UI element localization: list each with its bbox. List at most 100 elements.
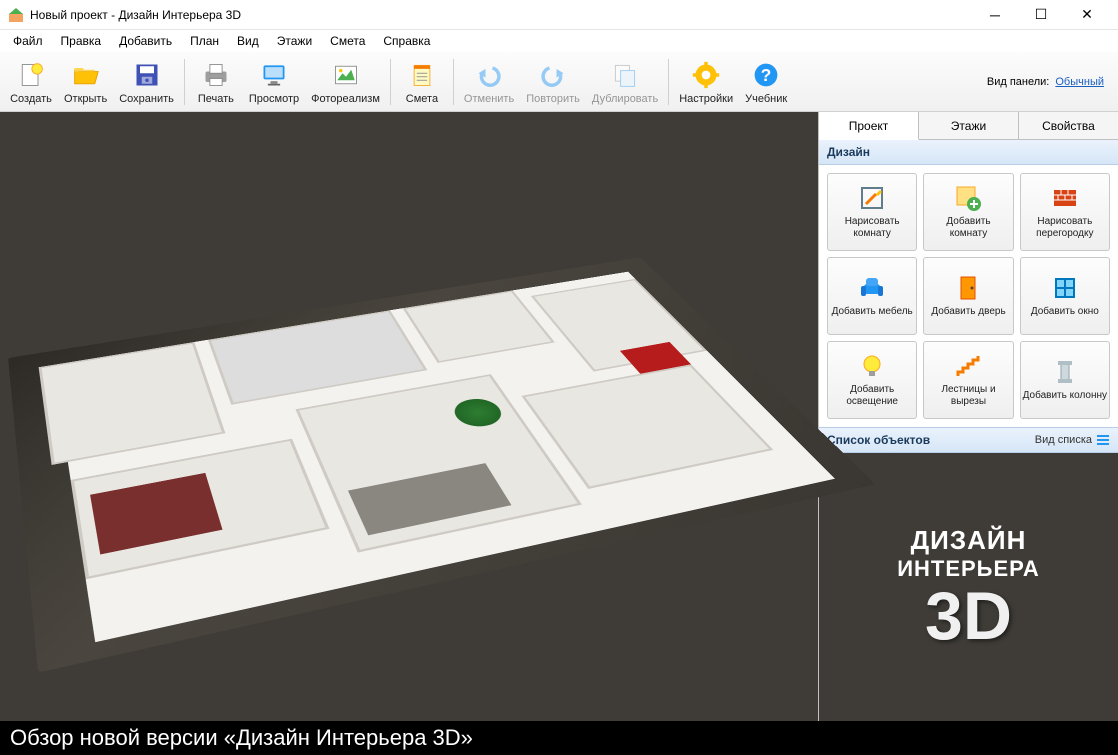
settings-label: Настройки bbox=[679, 93, 733, 105]
add-column-button[interactable]: Добавить колонну bbox=[1020, 341, 1110, 419]
menu-add[interactable]: Добавить bbox=[110, 31, 181, 51]
new-file-icon bbox=[15, 59, 47, 91]
object-list-body: ДИЗАЙН ИНТЕРЬЕРА 3D bbox=[819, 453, 1118, 721]
tutorial-label: Учебник bbox=[745, 93, 787, 105]
draw-partition-button[interactable]: Нарисовать перегородку bbox=[1020, 173, 1110, 251]
draw-room-label: Нарисовать комнату bbox=[830, 216, 914, 240]
design-tools-grid: Нарисовать комнату Добавить комнату Нари… bbox=[819, 165, 1118, 427]
menubar: Файл Правка Добавить План Вид Этажи Смет… bbox=[0, 30, 1118, 52]
view-list-control[interactable]: Вид списка bbox=[1035, 433, 1110, 447]
window-titlebar: Новый проект - Дизайн Интерьера 3D ─ ☐ ✕ bbox=[0, 0, 1118, 30]
window-controls: ─ ☐ ✕ bbox=[972, 0, 1110, 30]
menu-help[interactable]: Справка bbox=[374, 31, 439, 51]
help-icon: ? bbox=[750, 59, 782, 91]
save-button[interactable]: Сохранить bbox=[113, 54, 180, 110]
maximize-button[interactable]: ☐ bbox=[1018, 0, 1064, 30]
menu-floors[interactable]: Этажи bbox=[268, 31, 321, 51]
3d-viewport[interactable] bbox=[0, 112, 818, 721]
undo-label: Отменить bbox=[464, 93, 514, 105]
add-furniture-button[interactable]: Добавить мебель bbox=[827, 257, 917, 335]
minimize-button[interactable]: ─ bbox=[972, 0, 1018, 30]
column-icon bbox=[1051, 358, 1079, 386]
close-button[interactable]: ✕ bbox=[1064, 0, 1110, 30]
add-room-button[interactable]: Добавить комнату bbox=[923, 173, 1013, 251]
photorealism-button[interactable]: Фотореализм bbox=[305, 54, 386, 110]
panel-view-label: Вид панели: bbox=[987, 76, 1049, 88]
tab-floors[interactable]: Этажи bbox=[919, 112, 1019, 139]
estimate-button[interactable]: Смета bbox=[395, 54, 449, 110]
lightbulb-icon bbox=[858, 352, 886, 380]
svg-text:?: ? bbox=[761, 65, 772, 85]
list-view-icon bbox=[1096, 433, 1110, 447]
panel-view-link[interactable]: Обычный bbox=[1055, 76, 1104, 88]
stairs-button[interactable]: Лестницы и вырезы bbox=[923, 341, 1013, 419]
tutorial-button[interactable]: ? Учебник bbox=[739, 54, 793, 110]
app-logo-3d: ДИЗАЙН ИНТЕРЬЕРА 3D bbox=[897, 525, 1040, 650]
floppy-disk-icon bbox=[131, 59, 163, 91]
preview-label: Просмотр bbox=[249, 93, 299, 105]
printer-icon bbox=[200, 59, 232, 91]
door-icon bbox=[954, 274, 982, 302]
draw-partition-label: Нарисовать перегородку bbox=[1023, 216, 1107, 240]
draw-room-button[interactable]: Нарисовать комнату bbox=[827, 173, 917, 251]
redo-icon bbox=[537, 59, 569, 91]
duplicate-button[interactable]: Дублировать bbox=[586, 54, 664, 110]
redo-label: Повторить bbox=[526, 93, 580, 105]
undo-icon bbox=[473, 59, 505, 91]
redo-button[interactable]: Повторить bbox=[520, 54, 586, 110]
add-room-label: Добавить комнату bbox=[926, 216, 1010, 240]
main-area: Проект Этажи Свойства Дизайн Нарисовать … bbox=[0, 112, 1118, 721]
folder-open-icon bbox=[70, 59, 102, 91]
settings-button[interactable]: Настройки bbox=[673, 54, 739, 110]
tab-project[interactable]: Проект bbox=[819, 112, 919, 140]
toolbar-separator bbox=[184, 59, 185, 105]
create-button[interactable]: Создать bbox=[4, 54, 58, 110]
photo-icon bbox=[330, 59, 362, 91]
duplicate-label: Дублировать bbox=[592, 93, 658, 105]
tab-properties[interactable]: Свойства bbox=[1019, 112, 1118, 139]
open-label: Открыть bbox=[64, 93, 107, 105]
brick-wall-icon bbox=[1051, 184, 1079, 212]
bottom-caption: Обзор новой версии «Дизайн Интерьера 3D» bbox=[0, 721, 1118, 755]
add-lighting-button[interactable]: Добавить освещение bbox=[827, 341, 917, 419]
floorplan-3d-mock bbox=[8, 257, 875, 672]
menu-file[interactable]: Файл bbox=[4, 31, 52, 51]
menu-edit[interactable]: Правка bbox=[52, 31, 111, 51]
undo-button[interactable]: Отменить bbox=[458, 54, 520, 110]
preview-button[interactable]: Просмотр bbox=[243, 54, 305, 110]
menu-plan[interactable]: План bbox=[181, 31, 228, 51]
toolbar-separator bbox=[390, 59, 391, 105]
design-section-header: Дизайн bbox=[819, 140, 1118, 165]
menu-estimate[interactable]: Смета bbox=[321, 31, 374, 51]
side-panel: Проект Этажи Свойства Дизайн Нарисовать … bbox=[818, 112, 1118, 721]
save-label: Сохранить bbox=[119, 93, 174, 105]
add-room-icon bbox=[954, 184, 982, 212]
add-lighting-label: Добавить освещение bbox=[830, 384, 914, 408]
gear-icon bbox=[690, 59, 722, 91]
add-window-button[interactable]: Добавить окно bbox=[1020, 257, 1110, 335]
notepad-icon bbox=[406, 59, 438, 91]
object-list-header: Список объектов Вид списка bbox=[819, 427, 1118, 453]
add-door-button[interactable]: Добавить дверь bbox=[923, 257, 1013, 335]
panel-view-selector: Вид панели: Обычный bbox=[987, 76, 1114, 88]
object-list-title: Список объектов bbox=[827, 433, 930, 447]
toolbar-separator bbox=[668, 59, 669, 105]
logo-line-1: ДИЗАЙН bbox=[897, 525, 1040, 556]
toolbar: Создать Открыть Сохранить Печать Просмот… bbox=[0, 52, 1118, 112]
logo-line-3: 3D bbox=[897, 582, 1040, 650]
open-button[interactable]: Открыть bbox=[58, 54, 113, 110]
toolbar-separator bbox=[453, 59, 454, 105]
add-furniture-label: Добавить мебель bbox=[832, 306, 913, 318]
monitor-icon bbox=[258, 59, 290, 91]
print-label: Печать bbox=[198, 93, 234, 105]
draw-room-icon bbox=[858, 184, 886, 212]
stairs-label: Лестницы и вырезы bbox=[926, 384, 1010, 408]
stairs-icon bbox=[954, 352, 982, 380]
add-door-label: Добавить дверь bbox=[931, 306, 1005, 318]
create-label: Создать bbox=[10, 93, 52, 105]
estimate-label: Смета bbox=[406, 93, 438, 105]
window-icon bbox=[1051, 274, 1079, 302]
print-button[interactable]: Печать bbox=[189, 54, 243, 110]
menu-view[interactable]: Вид bbox=[228, 31, 268, 51]
panel-tabs: Проект Этажи Свойства bbox=[819, 112, 1118, 140]
